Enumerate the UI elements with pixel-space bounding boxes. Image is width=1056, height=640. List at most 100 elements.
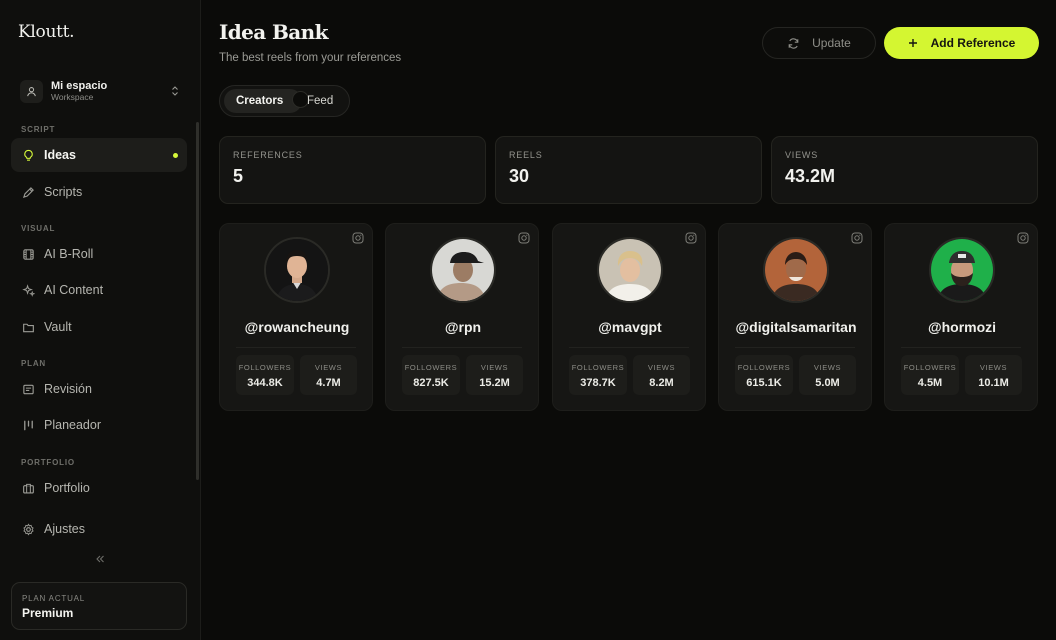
followers-value: 378.7K [580,377,616,389]
views-stat: VIEWS 10.1M [965,355,1022,395]
views-value: 4.7M [316,377,341,389]
views-value: 5.0M [815,377,840,389]
sidebar-item-label: Revisión [44,382,92,396]
chevron-updown-icon [170,84,180,98]
plan-value: Premium [22,606,74,620]
active-indicator-dot [173,153,178,158]
stat-card-views: VIEWS 43.2M [771,136,1038,204]
tab-creators[interactable]: Creators [236,95,283,107]
followers-label: FOLLOWERS [404,363,458,372]
creator-card-hormozi[interactable]: @hormozi FOLLOWERS 4.5M VIEWS 10.1M [884,223,1038,411]
creator-handle[interactable]: @rpn [386,319,540,335]
sidebar-item-vault[interactable]: Vault [11,310,187,344]
sidebar-item-ai-content[interactable]: AI Content [11,273,187,307]
refresh-icon [787,37,800,50]
app-logo[interactable]: Kloutt. [18,22,75,42]
stat-label: REELS [509,150,543,160]
stat-card-references: REFERENCES 5 [219,136,486,204]
followers-value: 344.8K [247,377,283,389]
current-plan-card[interactable]: PLAN ACTUAL Premium [11,582,187,630]
avatar [264,237,330,303]
sidebar-item-ajustes[interactable]: Ajustes [11,512,187,546]
add-reference-button[interactable]: Add Reference [884,27,1039,59]
followers-value: 4.5M [917,377,943,389]
followers-label: FOLLOWERS [571,363,625,372]
stat-card-reels: REELS 30 [495,136,762,204]
sidebar: Kloutt. Mi espacio Workspace SCRIPT Idea… [0,0,201,640]
section-label-portfolio: PORTFOLIO [21,458,75,467]
creator-card-rowancheung[interactable]: @rowancheung FOLLOWERS 344.8K VIEWS 4.7M [219,223,373,411]
workspace-switcher[interactable]: Mi espacio Workspace [11,72,189,110]
kanban-icon [21,418,35,432]
lightbulb-icon [21,148,35,162]
stat-value: 5 [233,166,244,186]
sidebar-scrollbar[interactable] [196,122,199,480]
avatar [929,237,995,303]
gear-icon [21,522,35,536]
followers-stat: FOLLOWERS 344.8K [236,355,294,395]
section-label-script: SCRIPT [21,125,56,134]
creator-card-mavgpt[interactable]: @mavgpt FOLLOWERS 378.7K VIEWS 8.2M [552,223,706,411]
sidebar-item-planeador[interactable]: Planeador [11,408,187,442]
page-subtitle: The best reels from your references [219,52,402,64]
instagram-icon[interactable] [1017,232,1029,244]
sidebar-item-label: Vault [44,320,72,334]
views-stat: VIEWS 8.2M [633,355,690,395]
followers-stat: FOLLOWERS 615.1K [735,355,793,395]
sidebar-item-label: Ajustes [44,522,85,536]
views-stat: VIEWS 5.0M [799,355,856,395]
views-label: VIEWS [647,363,676,372]
views-stat: VIEWS 15.2M [466,355,523,395]
divider [735,347,855,348]
followers-stat: FOLLOWERS 827.5K [402,355,460,395]
sidebar-item-ai-broll[interactable]: AI B-Roll [11,237,187,271]
instagram-icon[interactable] [851,232,863,244]
pen-icon [21,185,35,199]
followers-label: FOLLOWERS [903,363,957,372]
add-reference-label: Add Reference [930,36,1016,50]
sidebar-item-portfolio[interactable]: Portfolio [11,471,187,505]
sidebar-item-ideas[interactable]: Ideas [11,138,187,172]
page-title: Idea Bank [219,20,328,44]
sidebar-item-label: Scripts [44,185,83,199]
collapse-sidebar-icon[interactable] [92,551,108,567]
instagram-icon[interactable] [518,232,530,244]
creator-card-digitalsamaritan[interactable]: @digitalsamaritan FOLLOWERS 615.1K VIEWS… [718,223,872,411]
avatar [597,237,663,303]
view-toggle[interactable]: Creators Feed [219,85,350,117]
followers-label: FOLLOWERS [238,363,292,372]
instagram-icon[interactable] [685,232,697,244]
sidebar-item-label: Ideas [44,148,76,162]
views-value: 15.2M [479,377,510,389]
sidebar-item-scripts[interactable]: Scripts [11,175,187,209]
creator-handle[interactable]: @mavgpt [553,319,707,335]
briefcase-icon [21,481,35,495]
sidebar-item-label: AI Content [44,283,104,297]
update-button[interactable]: Update [762,27,876,59]
workspace-name: Mi espacio [51,80,108,92]
views-label: VIEWS [480,363,509,372]
views-label: VIEWS [813,363,842,372]
stat-value: 30 [509,166,530,186]
user-icon [20,79,43,103]
creator-card-rpn[interactable]: @rpn FOLLOWERS 827.5K VIEWS 15.2M [385,223,539,411]
tab-feed[interactable]: Feed [307,95,333,107]
sidebar-item-label: Portfolio [44,481,90,495]
sidebar-item-revision[interactable]: Revisión [11,372,187,406]
avatar [430,237,496,303]
followers-value: 827.5K [413,377,449,389]
stat-value: 43.2M [785,166,836,186]
creator-handle[interactable]: @rowancheung [220,319,374,335]
sidebar-item-label: AI B-Roll [44,247,94,261]
views-label: VIEWS [979,363,1008,372]
divider [236,347,356,348]
followers-stat: FOLLOWERS 378.7K [569,355,627,395]
creator-handle[interactable]: @digitalsamaritan [719,319,873,335]
divider [901,347,1021,348]
instagram-icon[interactable] [352,232,364,244]
divider [569,347,689,348]
followers-value: 615.1K [746,377,782,389]
update-button-label: Update [812,36,851,50]
creator-handle[interactable]: @hormozi [885,319,1039,335]
followers-label: FOLLOWERS [737,363,791,372]
